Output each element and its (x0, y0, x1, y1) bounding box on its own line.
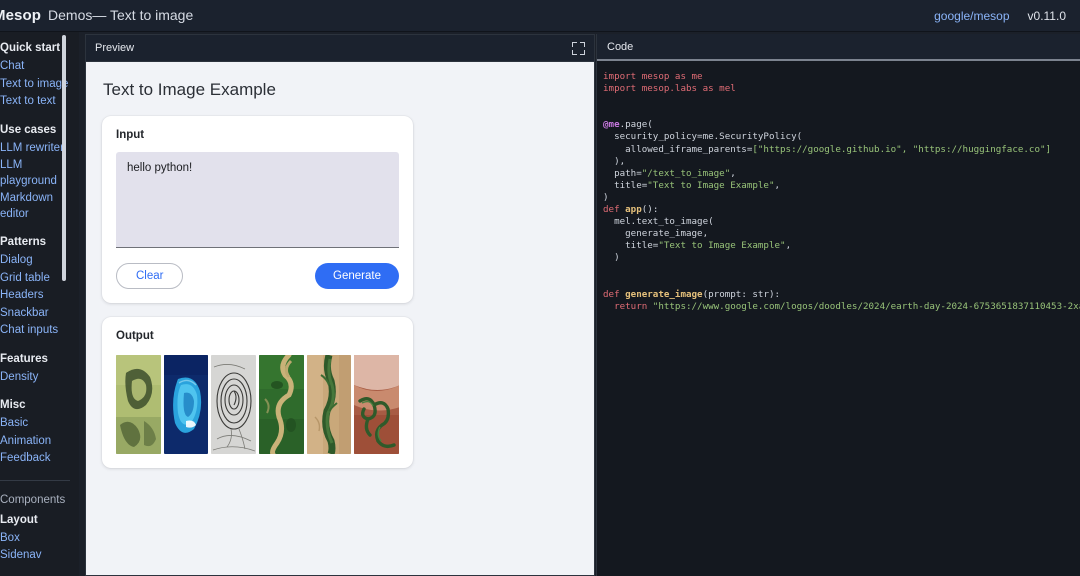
sidebar-heading-patterns: Patterns (0, 236, 47, 248)
sidebar-item-chat[interactable]: Chat (0, 58, 79, 76)
header-title-group: Mesop Demos— Text to image (0, 7, 193, 24)
output-image-row (116, 353, 400, 454)
preview-panel-toolbar: Preview (86, 35, 594, 62)
code-panel-title: Code (607, 40, 634, 53)
code-panel: Code import mesop as me import mesop.lab… (596, 34, 1080, 576)
prompt-textarea[interactable]: hello python! (116, 152, 399, 248)
sidebar-item-box[interactable]: Box (0, 530, 79, 548)
app-header: Mesop Demos— Text to image google/mesop … (0, 0, 1080, 32)
sidebar-item-sidenav[interactable]: Sidenav (0, 547, 79, 565)
sidebar-heading-misc: Misc (0, 399, 26, 411)
output-card-title: Output (116, 330, 154, 342)
output-image-4 (259, 355, 304, 454)
output-image-5 (306, 355, 352, 454)
header-actions: google/mesop v0.11.0 (934, 9, 1066, 23)
sidebar-item-chat-inputs[interactable]: Chat inputs (0, 322, 79, 340)
fullscreen-icon[interactable] (572, 41, 585, 55)
sidebar-item-grid-table[interactable]: Grid table (0, 270, 79, 288)
input-card-actions: Clear Generate (116, 263, 399, 289)
sidebar-item-dialog[interactable]: Dialog (0, 252, 79, 270)
version-label: v0.11.0 (1027, 8, 1066, 23)
sidebar-item-text-to-text[interactable]: Text to text (0, 93, 79, 111)
sidebar-inner: Quick start Chat Text to image Text to t… (0, 39, 79, 576)
sidebar-item-markdown-editor[interactable]: Markdown editor (0, 190, 79, 223)
output-image-3 (211, 355, 257, 454)
sidebar-item-animation[interactable]: Animation (0, 433, 79, 451)
sidebar-item-snackbar[interactable]: Snackbar (0, 305, 79, 323)
github-repo-link[interactable]: google/mesop (934, 9, 1009, 23)
sidebar-item-feedback[interactable]: Feedback (0, 450, 79, 468)
sidebar-nav[interactable]: Quick start Chat Text to image Text to t… (0, 32, 79, 576)
code-viewer[interactable]: import mesop as me import mesop.labs as … (597, 61, 1080, 576)
sidebar-heading-layout: Layout (0, 513, 38, 526)
input-card-title: Input (116, 129, 145, 141)
sidebar-scrollbar-thumb[interactable] (62, 35, 66, 281)
page-breadcrumb: Demos— Text to image (48, 7, 194, 23)
sidebar-heading-use-cases: Use cases (0, 123, 57, 136)
sidebar-item-llm-playground[interactable]: LLM playground (0, 157, 79, 190)
sidebar-section-components: Components (0, 493, 66, 506)
clear-button[interactable]: Clear (116, 263, 184, 289)
sidebar-item-llm-rewriter[interactable]: LLM rewriter (0, 140, 79, 158)
output-image-2 (163, 355, 209, 454)
input-card: Input hello python! Clear Generate (102, 116, 413, 303)
code-panel-toolbar: Code (597, 34, 1080, 61)
sidebar-item-density[interactable]: Density (0, 369, 79, 387)
code-source: import mesop as me import mesop.labs as … (603, 71, 1080, 312)
sidebar-item-text-to-image[interactable]: Text to image (0, 76, 79, 94)
preview-panel: Preview Text to Image Example Input hell… (85, 34, 595, 576)
output-image-1 (116, 355, 161, 454)
output-card: Output (102, 317, 413, 468)
sidebar-divider (0, 479, 70, 481)
page-title: Text to Image Example (103, 80, 276, 99)
app-root: Mesop Demos— Text to image google/mesop … (0, 0, 1080, 576)
preview-panel-title: Preview (95, 42, 135, 54)
sidebar-heading-quick-start: Quick start (0, 42, 61, 54)
preview-content: Text to Image Example Input hello python… (86, 62, 594, 575)
sidebar-item-headers[interactable]: Headers (0, 287, 79, 305)
generate-button[interactable]: Generate (315, 263, 399, 289)
sidebar-heading-features: Features (0, 352, 48, 365)
sidebar-item-basic[interactable]: Basic (0, 415, 79, 433)
output-image-6 (354, 355, 400, 454)
brand-name: Mesop (0, 7, 42, 24)
